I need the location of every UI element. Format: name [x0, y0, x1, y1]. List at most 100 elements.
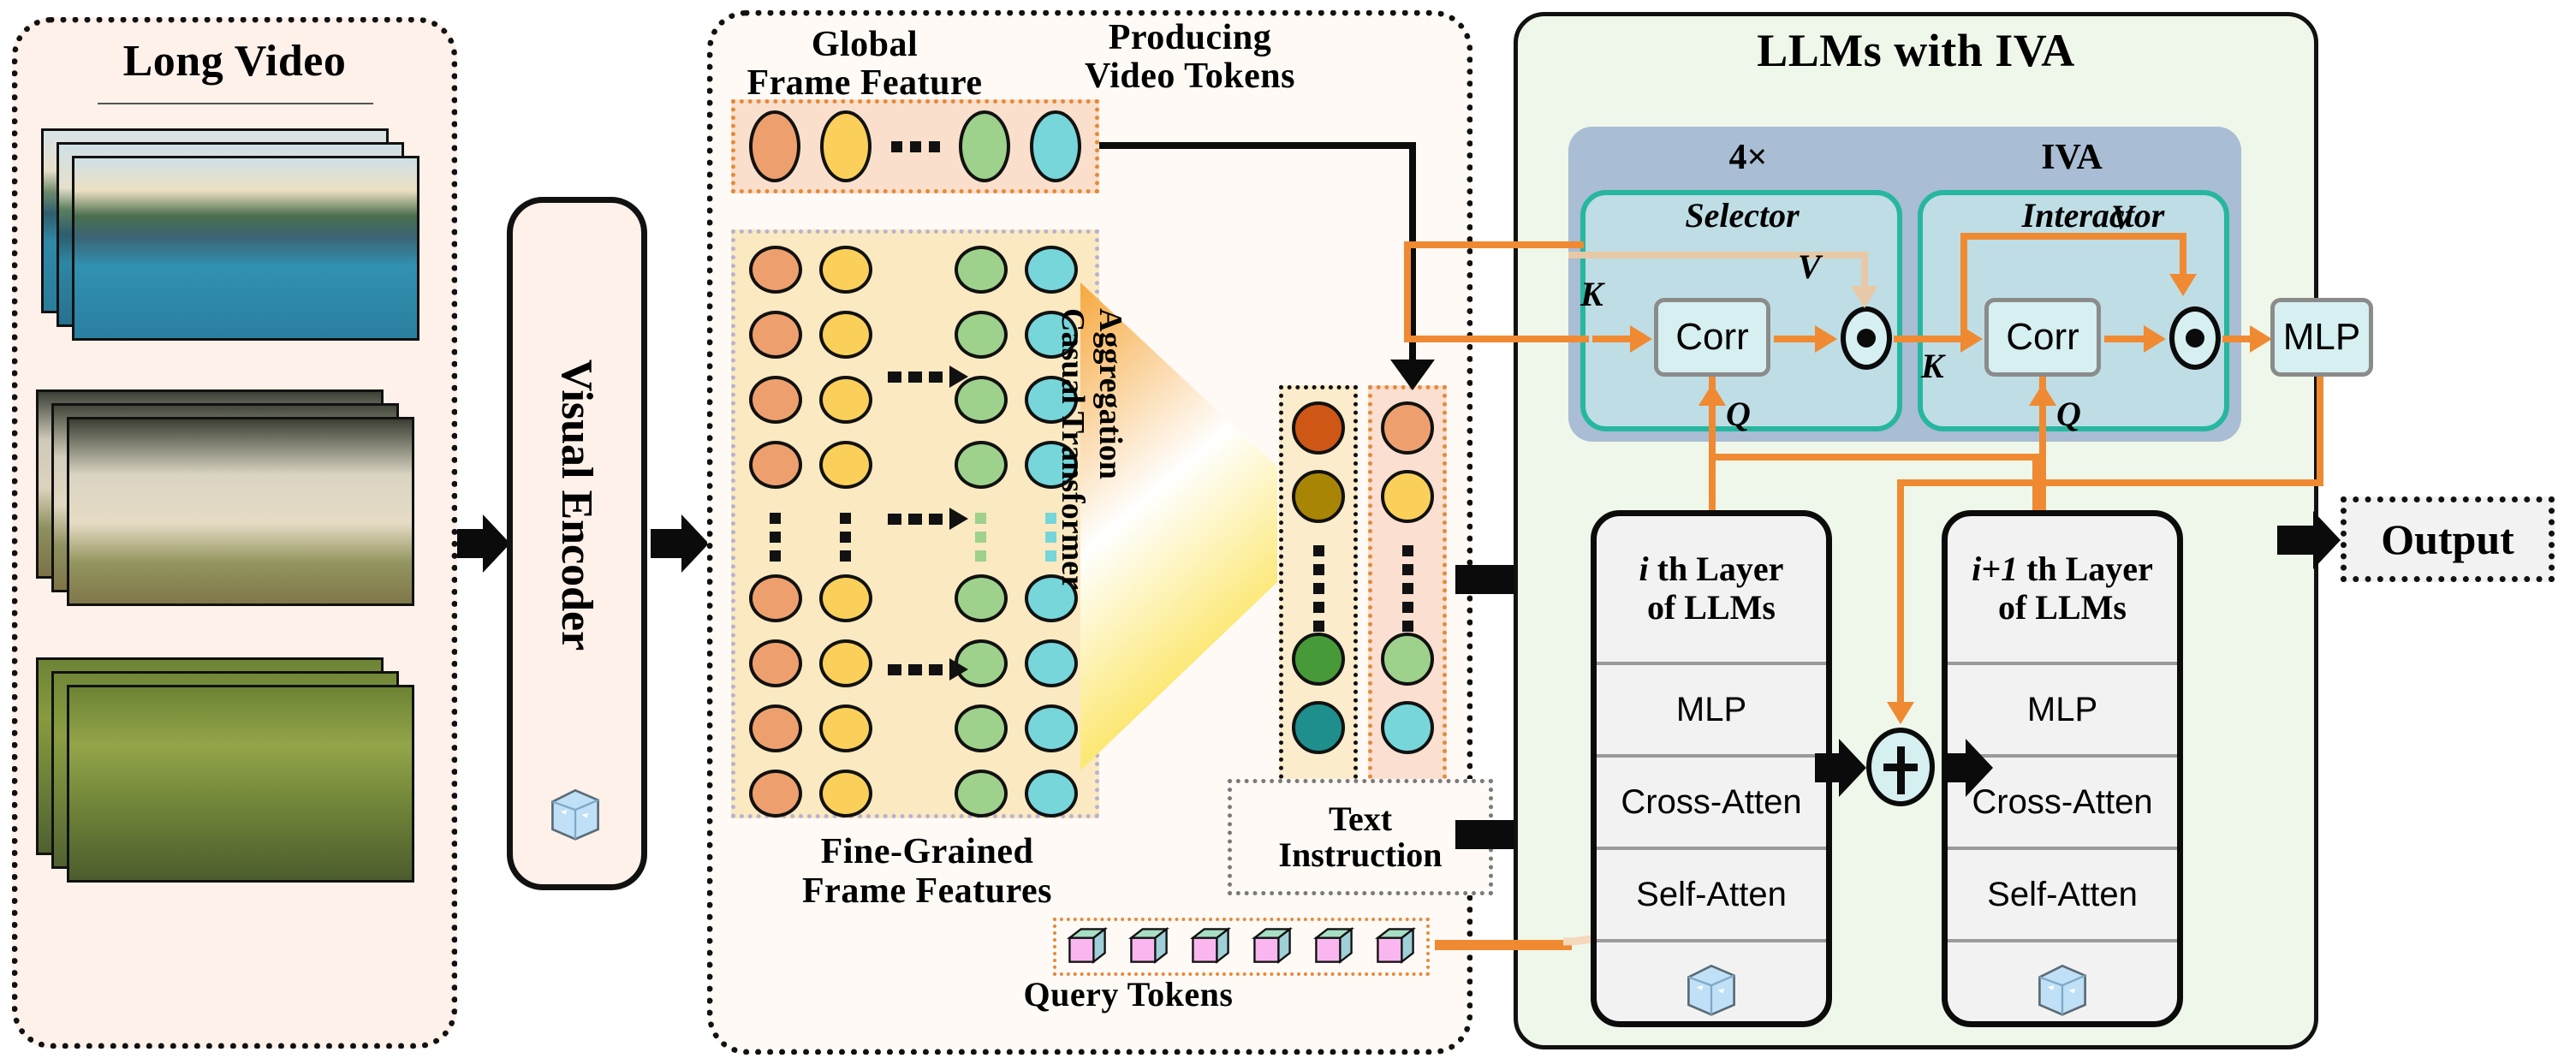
feature-token	[819, 110, 872, 182]
llm-layer-i-box: i th Layer of LLMs MLP Cross-Atten Self-…	[1591, 510, 1832, 1027]
video-token	[1292, 701, 1345, 754]
row-arrow-icon	[888, 366, 968, 388]
feature-token	[749, 639, 802, 687]
global-frame-feature-strip	[731, 99, 1099, 193]
llm-row-mlp: MLP	[1597, 662, 1826, 754]
feature-token	[749, 246, 802, 294]
feature-token	[955, 311, 1008, 359]
video-clip-2	[36, 389, 414, 612]
query-token-cube-icon	[1374, 925, 1417, 968]
connector-line-v	[1404, 241, 1411, 342]
feature-token	[955, 574, 1008, 622]
interactor-mlp-box: MLP	[2270, 298, 2373, 377]
llm-layer-i-plus-1-title: i+1 th Layer of LLMs	[1948, 516, 2177, 662]
feature-token	[749, 376, 802, 424]
visual-encoder-label: Visual Encoder	[552, 359, 602, 651]
iva-label: IVA	[2041, 138, 2103, 177]
llm-frozen-row	[1597, 939, 1826, 1019]
connector-line	[1592, 336, 1633, 342]
ice-cube-icon	[1679, 954, 1744, 1019]
arrow-head-down	[2169, 274, 2197, 310]
selector-k-label: K	[1580, 275, 1603, 313]
arrow-video-to-encoder	[457, 514, 510, 573]
layer-index: i+1	[1972, 550, 2019, 589]
feature-token	[749, 441, 802, 489]
video-token	[1292, 633, 1345, 686]
arrow-layer-to-add	[1815, 739, 1866, 797]
connector-line-v	[2317, 377, 2323, 486]
llms-with-iva-title: LLMs with IVA	[1757, 25, 2075, 76]
ice-cube-icon	[543, 779, 608, 844]
connector-line	[1960, 233, 2186, 240]
video-clip-3	[36, 657, 414, 889]
query-token-cube-icon	[1312, 925, 1355, 968]
connector-line	[1099, 142, 1416, 149]
layer-title-line2: of LLMs	[1646, 588, 1776, 627]
llm-layer-i-title: i th Layer of LLMs	[1597, 516, 1826, 662]
video-token-column-aggregated	[1279, 385, 1358, 788]
iva-repeat-label: 4×	[1728, 138, 1768, 177]
interactor-v-label: V	[2111, 198, 2134, 236]
ellipsis-icon	[1312, 538, 1324, 632]
video-frame	[67, 685, 414, 883]
feature-token	[749, 574, 802, 622]
connector-line	[2222, 336, 2253, 342]
llm-row-cross-atten: Cross-Atten	[1597, 754, 1826, 847]
feature-token	[1025, 704, 1078, 752]
connector-line	[1404, 241, 1584, 248]
connector-line	[1894, 336, 1967, 342]
selector-v-label: V	[1798, 247, 1821, 286]
ice-cube-icon	[2030, 954, 2095, 1019]
connector-line-v	[1960, 233, 1967, 341]
query-token-cube-icon	[1127, 925, 1170, 968]
feature-token	[819, 311, 872, 359]
feature-token	[819, 639, 872, 687]
llm-row-self-atten: Self-Atten	[1597, 847, 1826, 939]
layer-index: i	[1639, 550, 1649, 589]
selector-title: Selector	[1685, 196, 1800, 235]
feature-token	[749, 110, 800, 182]
video-token	[1292, 401, 1345, 455]
feature-token	[955, 704, 1008, 752]
video-frame	[67, 417, 414, 606]
connector-line-v	[2180, 233, 2186, 279]
connector-line-v	[1568, 252, 1868, 259]
arrow-encoder-to-tokens	[651, 514, 709, 573]
feature-token	[749, 704, 802, 752]
layer-title-rest: th Layer	[2018, 550, 2153, 589]
interactor-corr-box: Corr	[1984, 298, 2101, 377]
video-token	[1381, 470, 1434, 523]
connector-line	[1774, 336, 1818, 342]
aggregation-transformer-label: Aggregation Casual Transformer	[1055, 308, 1128, 590]
query-token-cube-icon	[1189, 925, 1232, 968]
selector-corr-box: Corr	[1654, 298, 1770, 377]
connector-line	[1709, 454, 2039, 461]
ellipsis-icon	[819, 506, 872, 562]
query-to-llm-line	[1435, 940, 1572, 950]
arrow-add-to-next-layer	[1943, 739, 1993, 797]
feature-token	[819, 376, 872, 424]
query-tokens-box	[1053, 918, 1430, 976]
arrow-head-down	[1390, 360, 1435, 413]
fine-grained-frame-features-grid	[731, 229, 1099, 818]
feature-token	[819, 770, 872, 817]
feature-token	[1025, 246, 1078, 294]
feature-token	[749, 770, 802, 817]
video-token	[1381, 701, 1434, 754]
feature-token	[819, 441, 872, 489]
layer-title-rest: th Layer	[1648, 550, 1784, 589]
interactor-product-icon	[2169, 306, 2221, 370]
video-token	[1292, 470, 1345, 523]
connector-line	[2104, 336, 2147, 342]
row-arrow-icon	[888, 658, 968, 681]
interactor-q-label: Q	[2056, 395, 2081, 433]
feature-token	[819, 246, 872, 294]
feature-token	[819, 574, 872, 622]
video-clip-1	[41, 128, 419, 342]
ellipsis-icon	[749, 506, 802, 562]
ellipsis-icon	[1401, 538, 1413, 632]
query-tokens-label: Query Tokens	[1023, 975, 1234, 1013]
llm-frozen-row	[1948, 939, 2177, 1019]
layer-title-line2: of LLMs	[1997, 588, 2127, 627]
fine-grained-frame-features-title: Fine-Grained Frame Features	[802, 832, 1052, 912]
